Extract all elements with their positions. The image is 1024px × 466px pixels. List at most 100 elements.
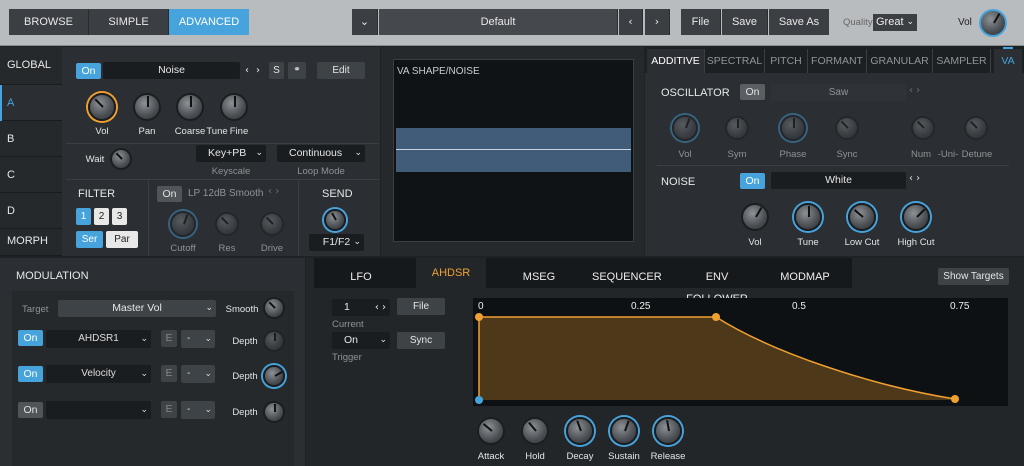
hold-knob[interactable] bbox=[521, 417, 549, 445]
coarse-knob[interactable] bbox=[176, 93, 204, 121]
next-preset-icon[interactable]: › bbox=[645, 9, 670, 35]
loop-mode-select[interactable]: Continuous ⌄ bbox=[277, 145, 365, 162]
tab-pitch[interactable]: PITCH bbox=[765, 49, 808, 73]
tab-sampler[interactable]: SAMPLER bbox=[933, 49, 991, 73]
cutoff-knob[interactable] bbox=[170, 211, 196, 237]
num-knob[interactable] bbox=[911, 116, 935, 140]
tab-formant[interactable]: FORMANT bbox=[808, 49, 867, 73]
tab-sequencer[interactable]: SEQUENCER bbox=[592, 266, 662, 288]
low-cut-knob[interactable] bbox=[848, 203, 876, 231]
osc-source-field[interactable]: Noise bbox=[103, 62, 240, 79]
noise-tune-knob[interactable] bbox=[794, 203, 822, 231]
prev-preset-icon[interactable]: ‹ bbox=[619, 9, 643, 35]
detune-knob[interactable] bbox=[964, 116, 988, 140]
solo-button[interactable]: S bbox=[269, 62, 284, 79]
tab-modmap[interactable]: MODMAP bbox=[776, 266, 834, 288]
parallel-button[interactable]: Par bbox=[106, 231, 138, 248]
mod-row-1-e-button[interactable]: E bbox=[161, 330, 177, 347]
ahdsr-file-button[interactable]: File bbox=[397, 298, 445, 315]
mod-row-1-on-button[interactable]: On bbox=[18, 330, 43, 346]
preset-menu-chevron-icon[interactable]: ⌄ bbox=[352, 9, 378, 35]
tab-granular[interactable]: GRANULAR bbox=[867, 49, 933, 73]
filter-on-button[interactable]: On bbox=[157, 186, 182, 202]
osc-vol-knob[interactable] bbox=[88, 93, 116, 121]
release-knob[interactable] bbox=[654, 417, 682, 445]
filter-1-button[interactable]: 1 bbox=[76, 208, 91, 225]
filter-3-button[interactable]: 3 bbox=[112, 208, 127, 225]
mod-row-2-amount[interactable]: - ⌄ bbox=[181, 365, 215, 383]
save-as-button[interactable]: Save As bbox=[769, 9, 829, 35]
filter-type-arrows-icon[interactable]: ‹ › bbox=[268, 186, 279, 197]
trigger-select[interactable]: On ⌄ bbox=[332, 332, 390, 349]
smooth-knob[interactable] bbox=[263, 297, 285, 319]
mod-row-3-source[interactable]: ⌄ bbox=[46, 401, 151, 419]
mod-row-2-depth-knob[interactable] bbox=[263, 365, 285, 387]
noise-vol-knob[interactable] bbox=[741, 203, 769, 231]
tab-ahdsr[interactable]: AHDSR bbox=[416, 258, 486, 288]
va-vol-knob[interactable] bbox=[672, 115, 698, 141]
osc-on-button[interactable]: On bbox=[76, 63, 101, 79]
send-select[interactable]: F1/F2 ⌄ bbox=[309, 234, 364, 251]
show-targets-button[interactable]: Show Targets bbox=[938, 268, 1009, 285]
noise-on-button[interactable]: On bbox=[740, 173, 765, 189]
tab-b[interactable]: B bbox=[0, 121, 62, 157]
tab-d[interactable]: D bbox=[0, 193, 62, 229]
envelope-graph[interactable]: 0 0.25 0.5 0.75 bbox=[473, 298, 1008, 406]
quality-select[interactable]: Great ⌄ bbox=[873, 14, 917, 31]
master-vol-knob[interactable] bbox=[979, 9, 1007, 37]
preset-name-field[interactable]: Default bbox=[379, 9, 618, 35]
res-knob[interactable] bbox=[215, 212, 239, 236]
prev-source-icon[interactable]: ‹ bbox=[242, 62, 252, 79]
mod-row-3-depth-knob[interactable] bbox=[263, 401, 285, 423]
tab-lfo[interactable]: LFO bbox=[336, 266, 386, 288]
tune-fine-knob[interactable] bbox=[220, 93, 248, 121]
browse-button[interactable]: BROWSE bbox=[9, 9, 89, 35]
mod-row-1-source[interactable]: AHDSR1 ⌄ bbox=[46, 330, 151, 348]
mod-row-3-amount[interactable]: - ⌄ bbox=[181, 401, 215, 419]
mod-row-3-on-button[interactable]: On bbox=[18, 402, 43, 418]
current-envelope-field[interactable]: 1 ‹ › bbox=[332, 299, 390, 316]
keyscale-select[interactable]: Key+PB ⌄ bbox=[196, 145, 266, 162]
tab-a[interactable]: A bbox=[0, 85, 62, 121]
start-handle[interactable] bbox=[475, 396, 483, 404]
noise-type-field[interactable]: White bbox=[771, 172, 906, 189]
mod-row-2-e-button[interactable]: E bbox=[161, 365, 177, 382]
tab-env-follower[interactable]: ENV FOLLOWER bbox=[674, 266, 760, 305]
hold-handle[interactable] bbox=[712, 313, 720, 321]
envelope-arrows-icon[interactable]: ‹ › bbox=[375, 299, 386, 316]
tab-global[interactable]: GLOBAL bbox=[0, 47, 62, 85]
wave-arrows-icon[interactable]: ‹ › bbox=[909, 85, 920, 96]
filter-2-button[interactable]: 2 bbox=[94, 208, 109, 225]
save-button[interactable]: Save bbox=[722, 9, 768, 35]
edit-button[interactable]: Edit bbox=[317, 62, 365, 79]
wait-knob[interactable] bbox=[110, 148, 132, 170]
link-icon[interactable]: ⚭ bbox=[288, 62, 306, 79]
file-button[interactable]: File bbox=[681, 9, 721, 35]
decay-knob[interactable] bbox=[566, 417, 594, 445]
drive-knob[interactable] bbox=[260, 212, 284, 236]
tab-mseg[interactable]: MSEG bbox=[514, 266, 564, 288]
tab-va[interactable]: VA bbox=[994, 49, 1022, 73]
sustain-knob[interactable] bbox=[610, 417, 638, 445]
serial-button[interactable]: Ser bbox=[76, 231, 103, 248]
wave-select[interactable]: Saw bbox=[771, 84, 906, 101]
advanced-button[interactable]: ADVANCED bbox=[169, 9, 249, 35]
send-knob[interactable] bbox=[324, 209, 346, 231]
next-source-icon[interactable]: › bbox=[253, 62, 263, 79]
sync-knob[interactable] bbox=[835, 116, 859, 140]
phase-knob[interactable] bbox=[780, 115, 806, 141]
high-cut-knob[interactable] bbox=[902, 203, 930, 231]
sym-knob[interactable] bbox=[725, 116, 749, 140]
tab-additive[interactable]: ADDITIVE bbox=[647, 49, 705, 73]
pan-knob[interactable] bbox=[133, 93, 161, 121]
mod-row-3-e-button[interactable]: E bbox=[161, 401, 177, 418]
noise-type-arrows-icon[interactable]: ‹ › bbox=[909, 173, 920, 184]
mod-row-1-depth-knob[interactable] bbox=[263, 330, 285, 352]
target-select[interactable]: Master Vol ⌄ bbox=[58, 300, 216, 317]
tab-spectral[interactable]: SPECTRAL bbox=[705, 49, 765, 73]
simple-button[interactable]: SIMPLE bbox=[89, 9, 169, 35]
attack-handle[interactable] bbox=[475, 313, 483, 321]
mod-row-2-on-button[interactable]: On bbox=[18, 366, 43, 382]
release-handle[interactable] bbox=[951, 395, 959, 403]
mod-row-1-amount[interactable]: - ⌄ bbox=[181, 330, 215, 348]
